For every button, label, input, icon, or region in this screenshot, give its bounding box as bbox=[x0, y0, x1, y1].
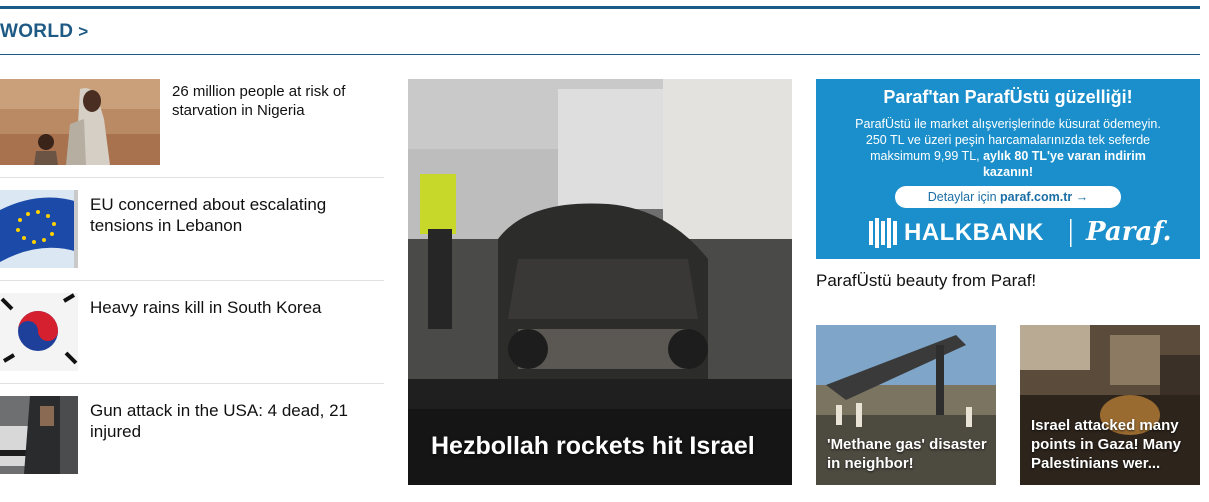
chevron-right-icon: > bbox=[78, 22, 89, 41]
news-item-eu-lebanon[interactable]: EU concerned about escalating tensions i… bbox=[0, 190, 384, 268]
halkbank-paraf-ad-banner[interactable]: Paraf'tan ParafÜstü güzelliği! ParafÜstü… bbox=[816, 79, 1200, 259]
ad-button-link: paraf.com.tr bbox=[1000, 190, 1073, 204]
news-card-title[interactable]: Israel attacked many points in Gaza! Man… bbox=[1031, 416, 1192, 473]
news-item-south-korea[interactable]: Heavy rains kill in South Korea bbox=[0, 293, 384, 371]
ad-button-prefix: Detaylar için bbox=[927, 190, 997, 204]
arrow-right-icon: → bbox=[1075, 190, 1089, 204]
news-card-title[interactable]: 'Methane gas' disaster in neighbor! bbox=[827, 435, 988, 473]
featured-news-card[interactable]: Hezbollah rockets hit Israel bbox=[408, 79, 792, 485]
news-title[interactable]: 26 million people at risk of starvation … bbox=[172, 83, 377, 121]
list-separator bbox=[0, 280, 384, 281]
news-card-methane[interactable]: 'Methane gas' disaster in neighbor! bbox=[816, 325, 996, 485]
ad-details-button[interactable]: Detaylar için paraf.com.tr → bbox=[895, 186, 1121, 208]
bank-name: HALKBANK bbox=[904, 219, 1044, 246]
news-item-usa-gun-attack[interactable]: Gun attack in the USA: 4 dead, 21 injure… bbox=[0, 396, 384, 474]
news-thumbnail-eu-flag[interactable] bbox=[0, 190, 78, 268]
news-item-nigeria[interactable]: 26 million people at risk of starvation … bbox=[0, 79, 384, 165]
ad-headline: Paraf'tan ParafÜstü güzelliği! bbox=[883, 87, 1133, 107]
news-thumbnail-nigeria[interactable] bbox=[0, 79, 160, 165]
section-top-border bbox=[0, 6, 1200, 9]
section-title-text: WORLD bbox=[0, 21, 74, 42]
list-separator bbox=[0, 383, 384, 384]
news-title[interactable]: EU concerned about escalating tensions i… bbox=[90, 194, 380, 237]
ad-caption[interactable]: ParafÜstü beauty from Paraf! bbox=[816, 271, 1036, 291]
section-title-world[interactable]: WORLD > bbox=[0, 21, 89, 43]
news-title[interactable]: Heavy rains kill in South Korea bbox=[90, 297, 380, 318]
ad-body-text: ParafÜstü ile market alışverişlerinde kü… bbox=[846, 116, 1170, 180]
featured-news-image bbox=[408, 79, 792, 485]
section-divider bbox=[0, 54, 1200, 55]
featured-news-title[interactable]: Hezbollah rockets hit Israel bbox=[431, 432, 755, 461]
ad-logo-row: HALKBANK Paraf. bbox=[816, 215, 1200, 251]
paraf-logo: Paraf. bbox=[1086, 217, 1172, 247]
news-title[interactable]: Gun attack in the USA: 4 dead, 21 injure… bbox=[90, 400, 380, 443]
news-card-gaza[interactable]: Israel attacked many points in Gaza! Man… bbox=[1020, 325, 1200, 485]
ad-body-bold: aylık 80 TL'ye varan indirim kazanın! bbox=[982, 149, 1146, 179]
news-thumbnail-korea-flag[interactable] bbox=[0, 293, 78, 371]
news-thumbnail-police[interactable] bbox=[0, 396, 78, 474]
list-separator bbox=[0, 177, 384, 178]
